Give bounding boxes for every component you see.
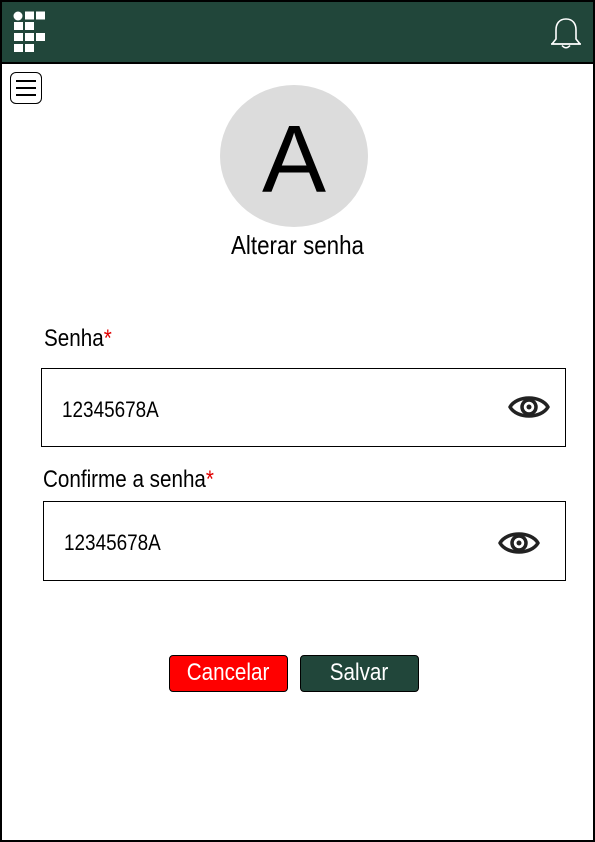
confirm-password-label: Confirme a senha* bbox=[43, 466, 214, 493]
avatar: A bbox=[220, 85, 368, 227]
confirm-password-field[interactable]: 12345678A bbox=[43, 501, 566, 581]
menu-line bbox=[16, 87, 36, 89]
required-marker: * bbox=[103, 325, 112, 352]
top-bar bbox=[2, 2, 593, 64]
institution-logo-icon[interactable] bbox=[13, 11, 47, 53]
app-frame: A Alterar senha Senha* 12345678A Confirm… bbox=[0, 0, 595, 842]
cancel-button[interactable]: Cancelar bbox=[169, 655, 288, 692]
menu-line bbox=[16, 94, 36, 96]
password-field[interactable]: 12345678A bbox=[41, 368, 566, 447]
hamburger-menu-icon[interactable] bbox=[10, 72, 42, 104]
password-label: Senha* bbox=[44, 325, 112, 352]
required-marker: * bbox=[205, 466, 214, 493]
eye-icon[interactable] bbox=[498, 527, 540, 559]
eye-icon[interactable] bbox=[508, 391, 550, 423]
page-title: Alterar senha bbox=[230, 230, 365, 260]
password-value: 12345678A bbox=[62, 397, 159, 422]
confirm-password-value: 12345678A bbox=[64, 530, 161, 555]
bell-icon[interactable] bbox=[548, 16, 584, 52]
menu-line bbox=[16, 80, 36, 82]
save-button[interactable]: Salvar bbox=[300, 655, 419, 692]
